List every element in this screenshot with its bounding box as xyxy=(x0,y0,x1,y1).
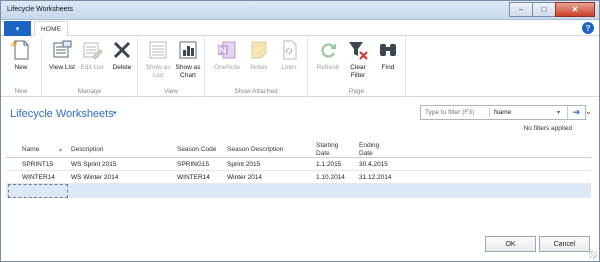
cell-season-code: SPRING15 xyxy=(177,161,210,168)
minimize-button[interactable]: – xyxy=(509,2,533,17)
new-table-row[interactable] xyxy=(6,184,591,198)
window-title: Lifecycle Worksheets xyxy=(7,6,74,13)
filter-field-value: Name xyxy=(494,109,512,116)
clear-filter-label: Clear Filter xyxy=(350,64,366,79)
delete-button[interactable]: Delete xyxy=(108,39,136,72)
delete-label: Delete xyxy=(112,64,132,71)
ribbon-group-label: Show Attached xyxy=(234,88,278,95)
refresh-icon xyxy=(321,43,337,58)
column-header-ending-date[interactable]: Ending Date xyxy=(359,142,389,157)
notes-button[interactable]: Notes xyxy=(245,39,273,72)
view-list-icon xyxy=(53,40,72,58)
resize-grip-icon[interactable] xyxy=(589,251,597,259)
show-as-list-label: Show as List xyxy=(145,64,171,79)
links-label: Links xyxy=(281,64,297,71)
find-binoculars-icon xyxy=(380,44,396,56)
notes-icon xyxy=(251,41,267,59)
chevron-down-icon[interactable]: ▾ xyxy=(113,109,117,117)
view-list-button[interactable]: View List xyxy=(48,39,76,72)
filter-bar: Name ▾ ➔ xyxy=(420,105,586,120)
new-document-icon xyxy=(11,40,29,60)
ribbon-group-label: Page xyxy=(348,88,365,95)
title-bar[interactable]: Lifecycle Worksheets – □ ✕ xyxy=(1,1,599,20)
ribbon-group-label: Manage xyxy=(77,88,102,95)
filter-status: No filters applied xyxy=(523,125,572,132)
refresh-button[interactable]: Refresh xyxy=(314,39,342,72)
new-button-label: New xyxy=(14,64,28,71)
close-button[interactable]: ✕ xyxy=(555,2,595,17)
ribbon-group-show-attached: OneNote Notes Links Show Attached xyxy=(205,36,308,97)
table-header: Name ▲ Description Season Code Season De… xyxy=(6,142,591,158)
cell-description: WS Sprint 2015 xyxy=(71,161,117,168)
ribbon-group-label: New xyxy=(14,88,28,95)
table-row[interactable]: WINTER14 WS Winter 2014 WINTER14 Winter … xyxy=(6,171,591,184)
ok-button[interactable]: OK xyxy=(485,236,536,252)
links-button[interactable]: Links xyxy=(275,39,303,72)
find-button[interactable]: Find xyxy=(374,39,402,72)
show-as-chart-label: Show as Chart xyxy=(175,64,201,79)
cell-season-description: Sprint 2015 xyxy=(227,161,261,168)
onenote-icon xyxy=(218,41,236,59)
show-as-list-icon xyxy=(149,41,167,59)
cell-season-code: WINTER14 xyxy=(177,174,210,181)
worksheets-table: Name ▲ Description Season Code Season De… xyxy=(6,142,591,198)
onenote-label: OneNote xyxy=(213,64,241,71)
ribbon-group-page: Refresh Clear Filter Find Page xyxy=(308,36,406,97)
ribbon-group-label: View xyxy=(164,88,178,95)
edit-list-icon xyxy=(83,42,103,60)
ribbon: New New View List Edit List Delete Manag… xyxy=(1,36,599,97)
ribbon-group-view: Show as List Show as Chart View xyxy=(138,36,205,97)
links-icon xyxy=(283,40,297,60)
edit-list-label: Edit List xyxy=(80,64,104,71)
show-as-chart-button[interactable]: Show as Chart xyxy=(174,39,202,80)
app-menu-button[interactable]: ▾ xyxy=(4,21,31,36)
cell-starting-date: 1.1.2015 xyxy=(316,161,342,168)
cell-description: WS Winter 2014 xyxy=(71,174,119,181)
show-as-list-button[interactable]: Show as List xyxy=(144,39,172,80)
view-list-label: View List xyxy=(49,64,75,71)
column-header-starting-date[interactable]: Starting Date xyxy=(316,142,346,157)
delete-x-icon xyxy=(113,41,131,59)
refresh-label: Refresh xyxy=(316,64,340,71)
maximize-button[interactable]: □ xyxy=(532,2,556,17)
ribbon-group-manage: View List Edit List Delete Manage xyxy=(42,36,138,97)
chevron-down-icon: ▾ xyxy=(556,110,560,116)
cell-starting-date: 1.10.2014 xyxy=(316,174,345,181)
new-row-name-field[interactable] xyxy=(8,184,68,198)
notes-label: Notes xyxy=(250,64,268,71)
onenote-button[interactable]: OneNote xyxy=(213,39,241,72)
new-button[interactable]: New xyxy=(7,39,35,72)
help-icon[interactable]: ? xyxy=(582,22,594,34)
cell-ending-date: 31.12.2014 xyxy=(359,174,392,181)
lifecycle-worksheets-window: Lifecycle Worksheets – □ ✕ ▾ HOME ? New … xyxy=(0,0,600,262)
ribbon-group-new: New New xyxy=(1,36,42,97)
clear-filter-icon xyxy=(349,42,368,60)
tab-home[interactable]: HOME xyxy=(34,21,69,37)
window-controls: – □ ✕ xyxy=(509,2,595,17)
ribbon-tabs: ▾ HOME ? xyxy=(1,20,599,37)
cancel-button[interactable]: Cancel xyxy=(539,236,590,252)
filter-divider xyxy=(489,108,490,117)
clear-filter-button[interactable]: Clear Filter xyxy=(344,39,372,80)
cell-name: SPRINT15 xyxy=(22,161,54,168)
column-header-season-code[interactable]: Season Code xyxy=(177,146,216,154)
column-header-season-description[interactable]: Season Description xyxy=(227,146,283,154)
column-header-name[interactable]: Name xyxy=(22,146,39,154)
cell-season-description: Winter 2014 xyxy=(227,174,263,181)
table-row[interactable]: SPRINT15 WS Sprint 2015 SPRING15 Sprint … xyxy=(6,158,591,171)
show-as-chart-icon xyxy=(179,41,197,59)
filter-input[interactable] xyxy=(421,106,489,119)
page-title: Lifecycle Worksheets xyxy=(10,108,114,120)
edit-list-button[interactable]: Edit List xyxy=(78,39,106,72)
filter-field-select[interactable]: Name ▾ xyxy=(491,106,563,119)
cell-name: WINTER14 xyxy=(22,174,55,181)
sort-ascending-icon: ▲ xyxy=(58,147,63,153)
apply-filter-arrow-icon[interactable]: ➔ xyxy=(567,106,585,119)
find-label: Find xyxy=(381,64,395,71)
column-header-description[interactable]: Description xyxy=(71,146,104,154)
collapse-chevron-icon[interactable]: ⌄ xyxy=(585,107,592,116)
cell-ending-date: 30.4.2015 xyxy=(359,161,388,168)
